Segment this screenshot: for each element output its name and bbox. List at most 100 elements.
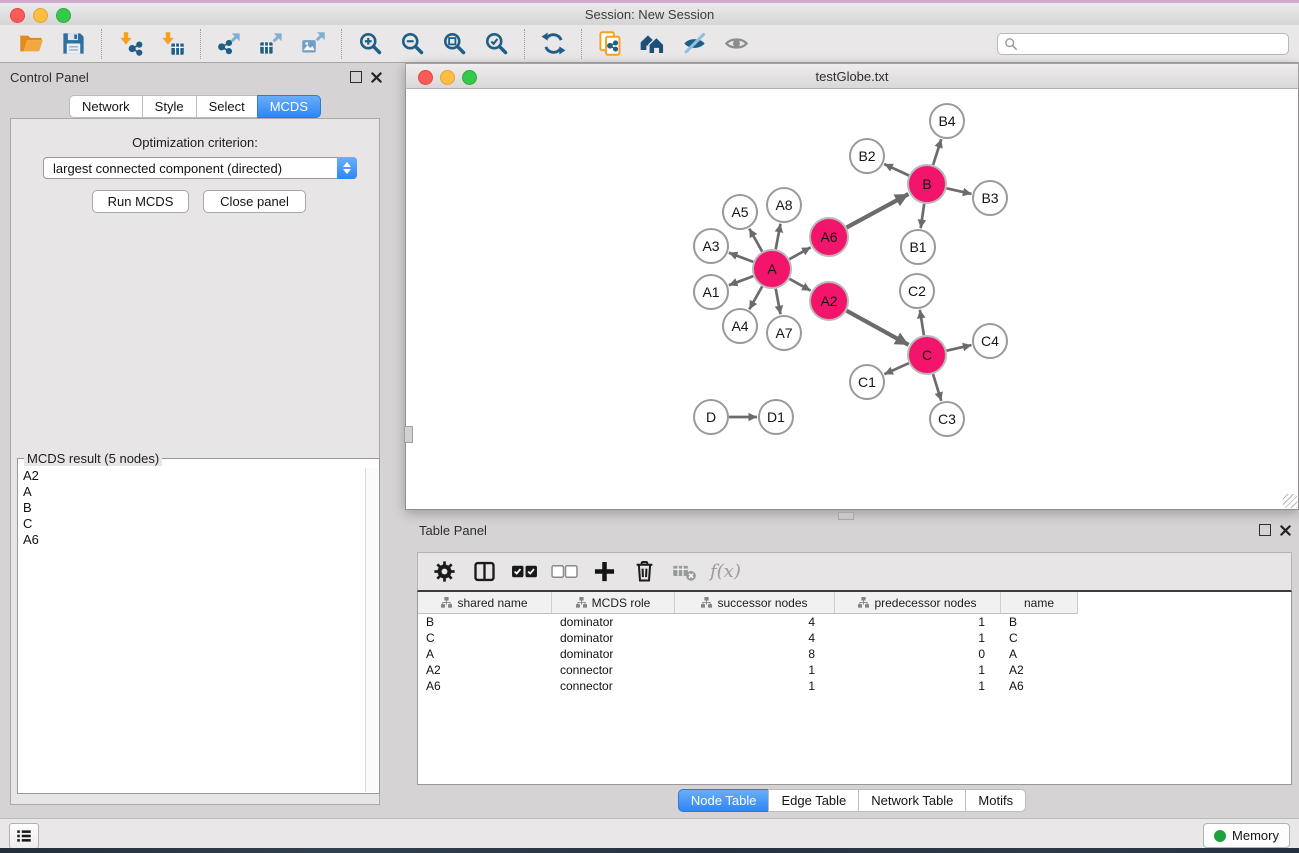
resize-grip-icon[interactable] [1283,494,1297,508]
zoom-fit-icon[interactable] [438,28,470,60]
run-mcds-button[interactable]: Run MCDS [92,190,189,213]
mcds-result-item[interactable]: A2 [19,468,365,484]
graph-edge-A-A1[interactable] [729,276,754,285]
graph-node-A[interactable]: A [753,250,791,288]
task-history-button[interactable] [9,823,39,849]
settings-gear-icon[interactable] [428,556,460,588]
graph-node-C2[interactable]: C2 [900,274,934,308]
close-panel-icon[interactable] [371,72,382,83]
control-tab-select[interactable]: Select [196,95,258,118]
graph-node-C[interactable]: C [908,336,946,374]
graph-node-B3[interactable]: B3 [973,181,1007,215]
graph-edge-C-C2[interactable] [920,310,924,335]
graph-edge-A-A6[interactable] [789,247,810,259]
graph-node-A7[interactable]: A7 [767,316,801,350]
import-network-icon[interactable] [114,28,146,60]
export-image-icon[interactable] [297,28,329,60]
select-all-columns-icon[interactable] [508,556,540,588]
graph-node-A8[interactable]: A8 [767,188,801,222]
import-table-icon[interactable] [156,28,188,60]
graph-edge-A-A2[interactable] [789,279,810,291]
column-header-successor-nodes[interactable]: successor nodes [675,592,835,614]
zoom-in-icon[interactable] [354,28,386,60]
close-panel-button[interactable]: Close panel [203,190,306,213]
splitter-handle[interactable] [404,426,413,443]
column-header-name[interactable]: name [1001,592,1078,614]
control-tab-style[interactable]: Style [142,95,197,118]
graph-edge-B-B3[interactable] [947,188,972,194]
graph-edge-A2-C[interactable] [847,311,909,345]
add-column-icon[interactable] [588,556,620,588]
search-input[interactable] [997,33,1289,55]
graph-edge-A-A8[interactable] [776,224,781,250]
export-table-icon[interactable] [255,28,287,60]
graph-node-C4[interactable]: C4 [973,324,1007,358]
graph-edge-A-A3[interactable] [729,253,754,262]
graph-node-A6[interactable]: A6 [810,218,848,256]
float-panel-icon[interactable] [1259,524,1271,536]
graph-edge-B-B4[interactable] [933,139,941,165]
memory-button[interactable]: Memory [1203,823,1290,848]
graph-edge-A-A4[interactable] [749,286,762,309]
graph-node-A1[interactable]: A1 [694,275,728,309]
zoom-out-icon[interactable] [396,28,428,60]
export-network-icon[interactable] [213,28,245,60]
graph-edge-A-A7[interactable] [776,289,781,315]
graph-node-B2[interactable]: B2 [850,139,884,173]
table-row[interactable]: Cdominator41C [418,630,1291,646]
network-file-icon[interactable] [594,28,626,60]
open-session-icon[interactable] [15,28,47,60]
table-tab-network-table[interactable]: Network Table [858,789,966,812]
graph-node-B[interactable]: B [908,165,946,203]
mcds-result-item[interactable]: A [19,484,365,500]
graph-edge-C-C1[interactable] [884,363,909,374]
graph-node-C1[interactable]: C1 [850,365,884,399]
graph-node-A4[interactable]: A4 [723,309,757,343]
graph-edge-A-A5[interactable] [749,229,762,252]
graph-edge-A6-B[interactable] [847,194,909,228]
show-panel-icon[interactable] [720,28,752,60]
float-panel-icon[interactable] [350,71,362,83]
graph-node-D1[interactable]: D1 [759,400,793,434]
refresh-view-icon[interactable] [537,28,569,60]
graph-node-B1[interactable]: B1 [901,230,935,264]
split-view-icon[interactable] [468,556,500,588]
column-header-predecessor-nodes[interactable]: predecessor nodes [835,592,1001,614]
graph-node-D[interactable]: D [694,400,728,434]
delete-table-icon[interactable] [668,556,700,588]
deselect-all-columns-icon[interactable] [548,556,580,588]
table-tab-motifs[interactable]: Motifs [965,789,1026,812]
graph-node-C3[interactable]: C3 [930,402,964,436]
network-canvas[interactable]: B4 B2 B B3 A8 A5 A6 A3 B1 A C2 A1 A2 A4 A7 C4 C C1 C3 D D1 [405,89,1299,510]
control-tab-network[interactable]: Network [69,95,143,118]
mcds-result-item[interactable]: C [19,516,365,532]
table-tab-edge-table[interactable]: Edge Table [768,789,859,812]
column-header-MCDS-role[interactable]: MCDS role [552,592,675,614]
graph-edge-C-C4[interactable] [947,345,972,351]
graph-node-A5[interactable]: A5 [723,195,757,229]
mcds-result-item[interactable]: A6 [19,532,365,548]
control-tab-mcds[interactable]: MCDS [257,95,321,118]
graph-edge-B-B2[interactable] [884,164,909,176]
graph-node-A3[interactable]: A3 [694,229,728,263]
table-tab-node-table[interactable]: Node Table [678,789,770,812]
mcds-result-item[interactable]: B [19,500,365,516]
home-icon[interactable] [636,28,668,60]
graph-edge-C-C3[interactable] [933,374,941,401]
column-header-shared-name[interactable]: shared name [418,592,552,614]
network-window-titlebar[interactable]: testGlobe.txt [405,63,1299,89]
graph-node-B4[interactable]: B4 [930,104,964,138]
scrollbar-track[interactable] [365,468,378,792]
zoom-selected-icon[interactable] [480,28,512,60]
graph-node-A2[interactable]: A2 [810,282,848,320]
close-panel-icon[interactable] [1280,525,1291,536]
save-session-icon[interactable] [57,28,89,60]
table-row[interactable]: A6connector11A6 [418,678,1291,694]
table-row[interactable]: A2connector11A2 [418,662,1291,678]
table-row[interactable]: Adominator80A [418,646,1291,662]
table-row[interactable]: Bdominator41B [418,614,1291,630]
graph-edge-B-B1[interactable] [921,204,925,228]
delete-column-icon[interactable] [628,556,660,588]
function-builder-icon[interactable]: f(x) [710,561,741,582]
criterion-select[interactable]: largest connected component (directed) [43,157,357,179]
